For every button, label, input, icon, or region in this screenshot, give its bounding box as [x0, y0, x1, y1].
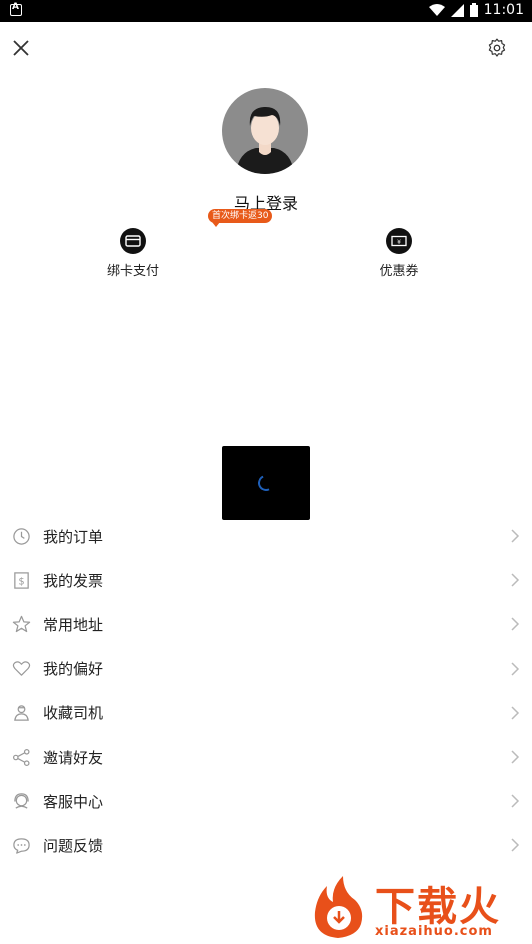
- promo-badge: 首次绑卡返30: [208, 209, 273, 227]
- driver-icon: [14, 705, 29, 722]
- loading-spinner-icon: [255, 472, 277, 494]
- bind-card-pay-button[interactable]: 绑卡支付: [73, 228, 193, 279]
- menu-item-label: 问题反馈: [43, 836, 104, 855]
- chevron-right-icon: [511, 706, 520, 720]
- user-avatar-icon: [236, 106, 294, 174]
- heart-icon: [12, 661, 31, 676]
- close-icon[interactable]: [10, 37, 32, 59]
- avatar[interactable]: [222, 88, 308, 174]
- menu-item-label: 常用地址: [43, 615, 104, 634]
- star-icon: [12, 615, 31, 633]
- bind-card-pay-label: 绑卡支付: [106, 264, 159, 279]
- status-time: 11:01: [483, 2, 524, 18]
- coupon-icon: ¥: [386, 228, 412, 254]
- share-icon: [12, 748, 30, 766]
- menu-item-orders[interactable]: 我的订单: [0, 514, 532, 558]
- menu-item-label: 客服中心: [43, 792, 104, 811]
- notification-icon: [10, 2, 22, 16]
- menu-item-customer-service[interactable]: 客服中心: [0, 779, 532, 823]
- battery-icon: [469, 3, 478, 17]
- chevron-right-icon: [511, 617, 520, 631]
- menu-item-addresses[interactable]: 常用地址: [0, 602, 532, 646]
- menu-item-invoices[interactable]: $ 我的发票: [0, 558, 532, 602]
- loading-overlay: [222, 446, 310, 520]
- svg-text:$: $: [18, 576, 24, 587]
- chevron-right-icon: [511, 573, 520, 587]
- menu-item-preferences[interactable]: 我的偏好: [0, 647, 532, 691]
- chat-icon: [13, 838, 30, 854]
- coupon-button[interactable]: ¥ 优惠券: [339, 228, 459, 279]
- invoice-icon: $: [14, 572, 29, 589]
- chevron-right-icon: [511, 662, 520, 676]
- menu-item-label: 我的订单: [43, 527, 104, 546]
- chevron-right-icon: [511, 838, 520, 852]
- status-bar: 11:01: [0, 0, 532, 22]
- chevron-right-icon: [511, 750, 520, 764]
- chevron-right-icon: [511, 794, 520, 808]
- menu-item-label: 邀请好友: [43, 748, 104, 767]
- menu-item-invite-friends[interactable]: 邀请好友: [0, 735, 532, 779]
- menu-item-feedback[interactable]: 问题反馈: [0, 823, 532, 867]
- svg-text:¥: ¥: [397, 239, 401, 246]
- chevron-right-icon: [511, 529, 520, 543]
- menu-item-label: 我的发票: [43, 571, 104, 590]
- gear-icon[interactable]: [486, 37, 508, 59]
- fire-logo-icon: [314, 876, 363, 938]
- menu-item-favorite-drivers[interactable]: 收藏司机: [0, 691, 532, 735]
- clock-icon: [13, 527, 30, 545]
- watermark: 下载火 xiazaihuo.com: [309, 874, 524, 940]
- menu-list: 我的订单 $ 我的发票 常用地址 我的偏好 收藏司机 邀请好友 客服中心 问题反…: [0, 514, 532, 868]
- watermark-url: xiazaihuo.com: [375, 924, 493, 939]
- card-icon: [120, 228, 146, 254]
- menu-item-label: 收藏司机: [43, 704, 104, 723]
- signal-icon: [450, 3, 464, 17]
- headset-icon: [14, 793, 29, 809]
- menu-item-label: 我的偏好: [43, 660, 104, 679]
- coupon-label: 优惠券: [379, 264, 419, 279]
- wifi-icon: [428, 3, 445, 16]
